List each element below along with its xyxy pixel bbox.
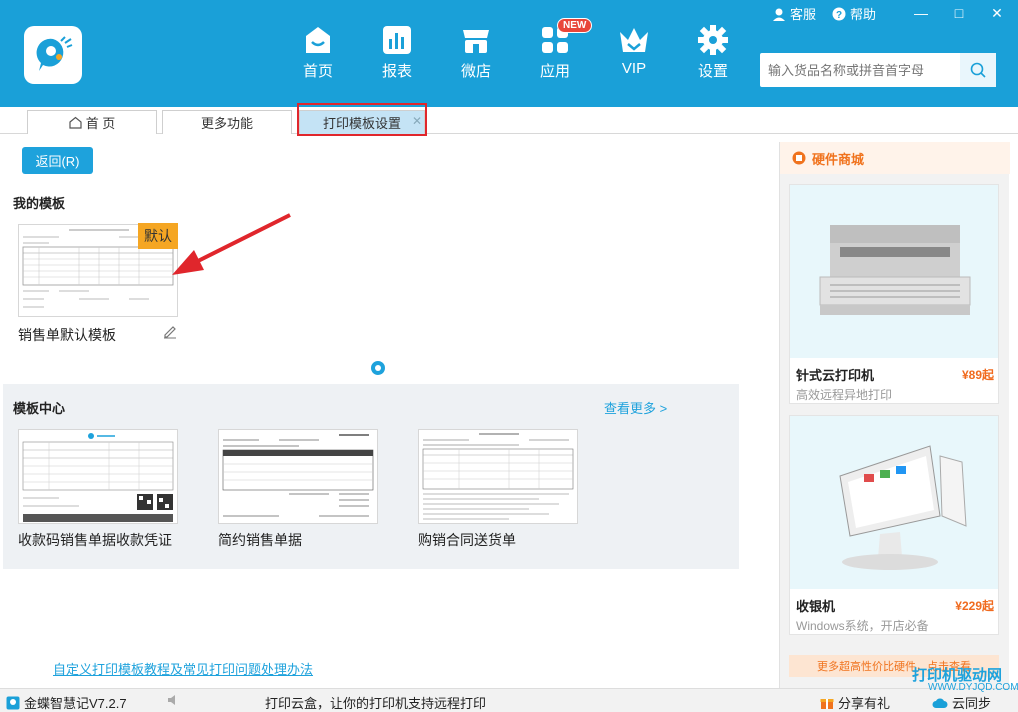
center-template-name: 收款码销售单据收款凭证 — [18, 532, 172, 548]
watermark-url: WWW.DYJQD.COM — [928, 682, 1018, 693]
speaker-icon-svg — [168, 695, 175, 705]
cloud-icon — [932, 698, 948, 708]
status-message[interactable]: 打印云盒，让你的打印机支持远程打印 — [265, 693, 486, 712]
top-links: 客服 ? 帮助 — [772, 4, 876, 23]
search-input[interactable] — [760, 53, 960, 87]
product-card[interactable]: 收银机 ¥229起 Windows系统，开店必备 — [789, 415, 999, 635]
window-controls: — □ ✕ — [902, 2, 1016, 24]
shop-badge-icon — [792, 151, 806, 165]
product-price: ¥229起 — [955, 599, 994, 613]
home-outline-icon — [69, 116, 82, 129]
red-arrow-annotation — [172, 213, 291, 275]
product-desc: 高效远程异地打印 — [796, 388, 893, 402]
shop-icon — [463, 30, 489, 53]
center-template-thumbnail[interactable] — [418, 429, 578, 524]
center-template-name: 简约销售单据 — [218, 532, 302, 548]
gear-icon — [698, 25, 728, 55]
nav-home-label: 首页 — [302, 63, 333, 80]
status-bar: 金蝶智慧记V7.2.7 打印云盒，让你的打印机支持远程打印 分享有礼 云同步 — [0, 688, 1018, 712]
template-preview-image — [422, 433, 574, 520]
maximize-button[interactable]: □ — [940, 2, 978, 24]
tab-more-functions-label: 更多功能 — [200, 116, 253, 131]
hardware-shop-header: 硬件商城 — [780, 142, 1010, 174]
minimize-button[interactable]: — — [902, 2, 940, 24]
help-link[interactable]: ? 帮助 — [832, 4, 876, 23]
service-link[interactable]: 客服 — [772, 4, 816, 23]
product-desc: Windows系统，开店必备 — [796, 619, 929, 633]
app-logo — [24, 26, 82, 84]
nav-vip[interactable]: VIP — [604, 24, 664, 84]
hardware-shop-sidebar: 硬件商城 针式云打印机 ¥89起 高效远程异地打印 收银机 ¥229起 Wind… — [779, 142, 1010, 688]
tab-highlight-box — [297, 103, 427, 136]
app-header: 首页 报表 微店 NEW 应用 VIP 设置 客服 ? 帮助 — □ ✕ 输入货… — [0, 0, 1018, 107]
my-templates-title: 我的模板 — [13, 196, 66, 211]
app-version: 金蝶智慧记V7.2.7 — [6, 693, 127, 712]
nav-reports-label: 报表 — [381, 63, 412, 80]
nav-microshop[interactable]: 微店 — [446, 24, 506, 84]
pos-terminal-image — [790, 416, 998, 589]
product-card[interactable]: 针式云打印机 ¥89起 高效远程异地打印 — [789, 184, 999, 404]
chart-icon — [383, 26, 411, 54]
template-preview-image — [222, 434, 374, 517]
nav-home[interactable]: 首页 — [288, 24, 348, 84]
nav-microshop-label: 微店 — [460, 63, 491, 80]
nav-vip-label: VIP — [621, 60, 647, 77]
product-name: 收银机 — [796, 599, 836, 614]
home-icon — [306, 27, 330, 53]
share-gift[interactable]: 分享有礼 — [820, 693, 890, 712]
user-service-icon — [773, 8, 785, 21]
tab-home-label: 首 页 — [85, 116, 116, 131]
speaker-icon[interactable] — [166, 693, 180, 707]
nav-apps-label: 应用 — [539, 63, 570, 80]
pagination-dot[interactable] — [371, 361, 385, 375]
my-template-name: 销售单默认模板 — [18, 327, 116, 343]
template-preview-image — [22, 433, 174, 522]
tabs-bar: 首 页 更多功能 打印模板设置 ✕ — [0, 107, 1018, 134]
see-more-link[interactable]: 查看更多 > — [604, 398, 667, 417]
center-template-thumbnail[interactable] — [18, 429, 178, 524]
tab-home[interactable]: 首 页 — [27, 110, 157, 134]
search-icon — [970, 62, 986, 78]
app-small-logo-icon — [6, 696, 20, 709]
nav-settings[interactable]: 设置 — [683, 24, 743, 84]
hardware-shop-title: 硬件商城 — [812, 151, 865, 167]
product-price: ¥89起 — [961, 368, 994, 382]
new-badge: NEW — [557, 18, 593, 33]
search-box — [760, 53, 996, 87]
cash-register-image — [839, 445, 967, 570]
gift-icon — [820, 698, 834, 709]
crown-icon — [620, 28, 648, 52]
center-template-thumbnail[interactable] — [218, 429, 378, 524]
nav-settings-label: 设置 — [697, 63, 728, 80]
logo-icon — [36, 36, 73, 71]
tutorial-link[interactable]: 自定义打印模板教程及常见打印问题处理办法 — [53, 659, 313, 678]
app-version-label: 金蝶智慧记V7.2.7 — [24, 696, 127, 711]
tab-more-functions[interactable]: 更多功能 — [162, 110, 292, 134]
edit-pencil-icon[interactable] — [162, 323, 178, 339]
help-icon: ? — [832, 7, 846, 21]
nav-reports[interactable]: 报表 — [367, 24, 427, 84]
sync-label: 云同步 — [952, 696, 992, 711]
close-window-button[interactable]: ✕ — [978, 2, 1016, 24]
dot-matrix-printer-image — [790, 185, 998, 358]
help-label: 帮助 — [850, 7, 877, 22]
back-button[interactable]: 返回(R) — [22, 147, 93, 174]
center-template-name: 购销合同送货单 — [418, 532, 516, 548]
service-label: 客服 — [790, 7, 817, 22]
search-button[interactable] — [960, 53, 996, 87]
product-name: 针式云打印机 — [796, 368, 875, 383]
cloud-sync[interactable]: 云同步 — [932, 693, 991, 712]
svg-text:?: ? — [836, 10, 842, 21]
template-center-title: 模板中心 — [13, 401, 66, 416]
nav-apps[interactable]: NEW 应用 — [525, 18, 593, 84]
printer-image — [819, 225, 971, 315]
share-label: 分享有礼 — [838, 696, 891, 711]
